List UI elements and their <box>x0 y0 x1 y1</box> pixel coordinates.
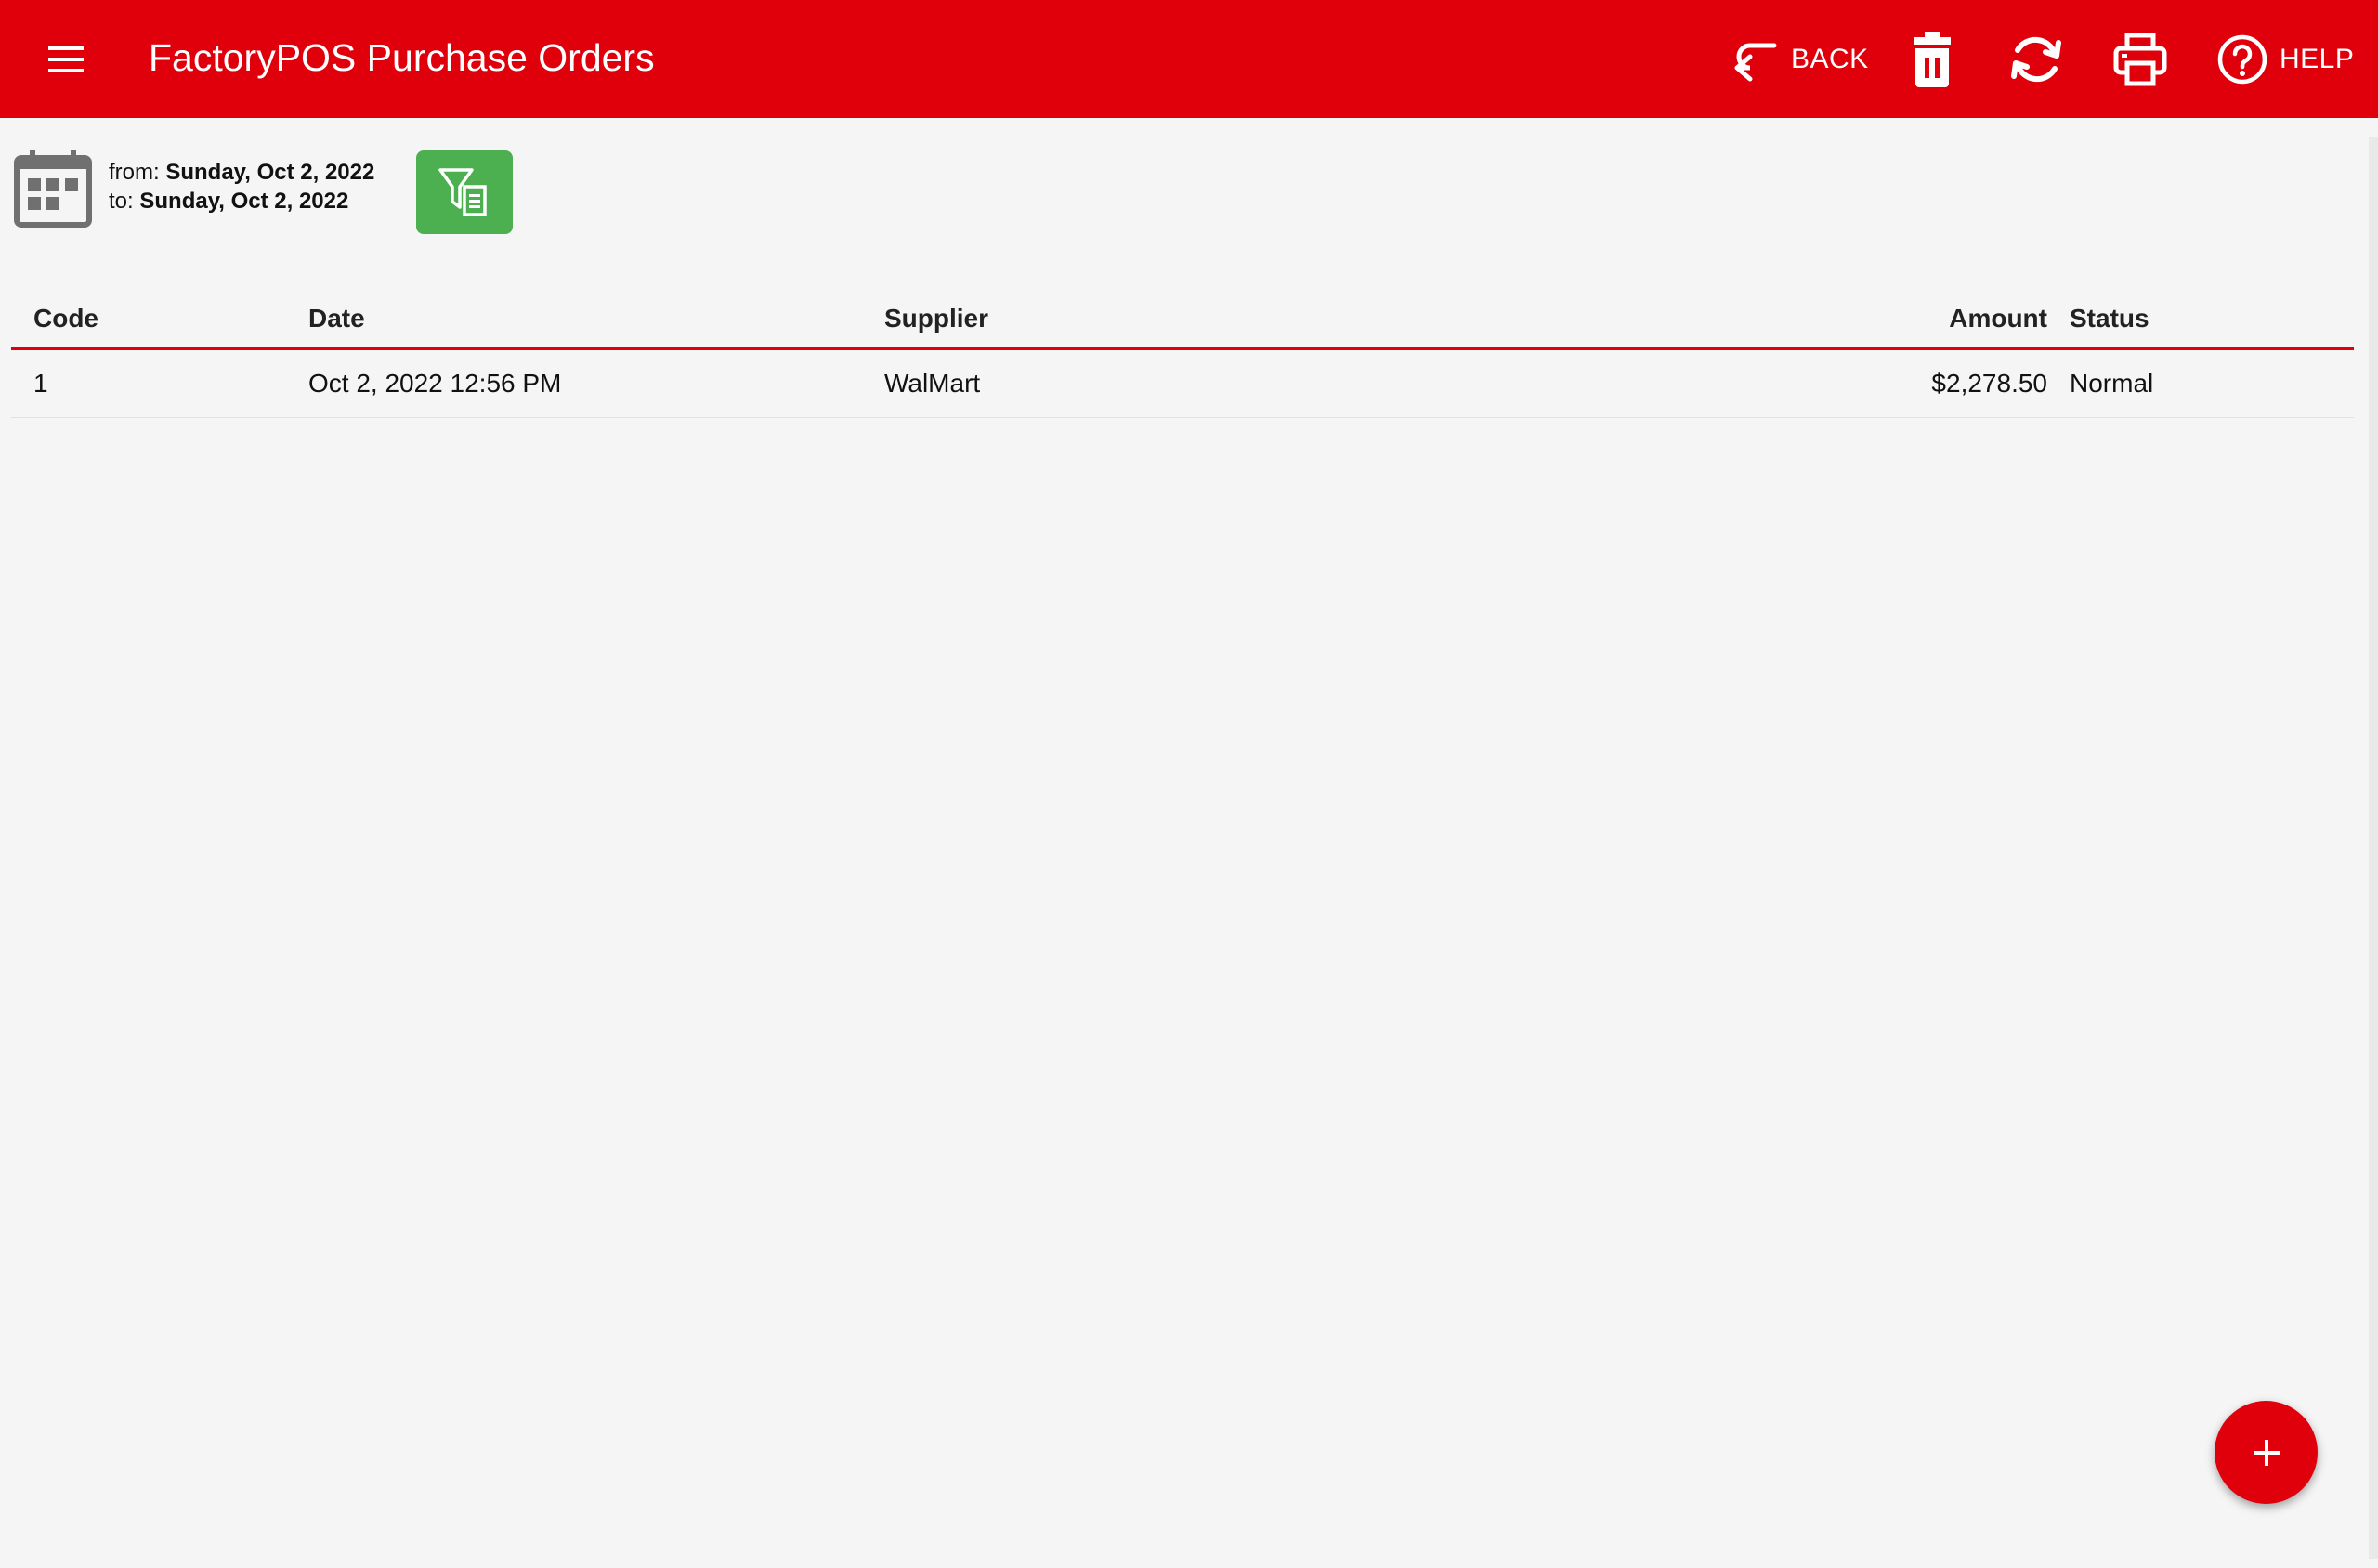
apply-filter-button[interactable] <box>416 150 513 234</box>
scrollbar[interactable] <box>2369 137 2378 1559</box>
trash-icon <box>1914 32 1951 87</box>
delete-button[interactable] <box>1901 28 1964 91</box>
cell-supplier: WalMart <box>862 348 1698 418</box>
cell-date: Oct 2, 2022 12:56 PM <box>286 348 862 418</box>
back-button[interactable]: BACK <box>1730 32 1869 87</box>
refresh-button[interactable] <box>2005 28 2068 91</box>
to-date: to: Sunday, Oct 2, 2022 <box>109 189 349 214</box>
printer-icon <box>2113 33 2167 86</box>
column-header-amount[interactable]: Amount <box>1698 290 2070 350</box>
help-label: HELP <box>2280 44 2355 74</box>
refresh-icon <box>2011 36 2061 83</box>
page-title: FactoryPOS Purchase Orders <box>149 36 655 79</box>
table-header-row: Code Date Supplier Amount Status <box>11 290 2354 350</box>
column-header-date[interactable]: Date <box>286 290 862 350</box>
column-header-code[interactable]: Code <box>11 290 286 350</box>
menu-button[interactable] <box>43 37 89 84</box>
add-order-button[interactable] <box>2215 1401 2318 1504</box>
app-bar: FactoryPOS Purchase Orders BACK HELP <box>0 0 2378 118</box>
back-arrow-icon <box>1734 43 1777 82</box>
filter-report-icon <box>438 168 487 216</box>
from-date: from: Sunday, Oct 2, 2022 <box>109 160 375 185</box>
date-filter-bar: from: Sunday, Oct 2, 2022 to: Sunday, Oc… <box>0 139 650 242</box>
back-label: BACK <box>1791 44 1869 74</box>
date-range-text: from: Sunday, Oct 2, 2022 to: Sunday, Oc… <box>109 158 374 216</box>
date-range-button[interactable] <box>13 149 93 229</box>
cell-code: 1 <box>11 348 286 418</box>
menu-icon <box>48 46 84 72</box>
calendar-icon <box>14 150 92 228</box>
plus-icon <box>2253 1439 2280 1466</box>
table-row[interactable]: 1 Oct 2, 2022 12:56 PM WalMart $2,278.50… <box>11 348 2354 418</box>
column-header-supplier[interactable]: Supplier <box>862 290 1698 350</box>
help-button[interactable]: HELP <box>2216 32 2354 87</box>
cell-amount: $2,278.50 <box>1698 348 2070 418</box>
help-circle-icon <box>2217 34 2267 85</box>
cell-status: Normal <box>2070 348 2354 418</box>
print-button[interactable] <box>2109 28 2172 91</box>
purchase-orders-table: Code Date Supplier Amount Status 1 Oct 2… <box>11 290 2354 418</box>
column-header-status[interactable]: Status <box>2070 290 2354 350</box>
